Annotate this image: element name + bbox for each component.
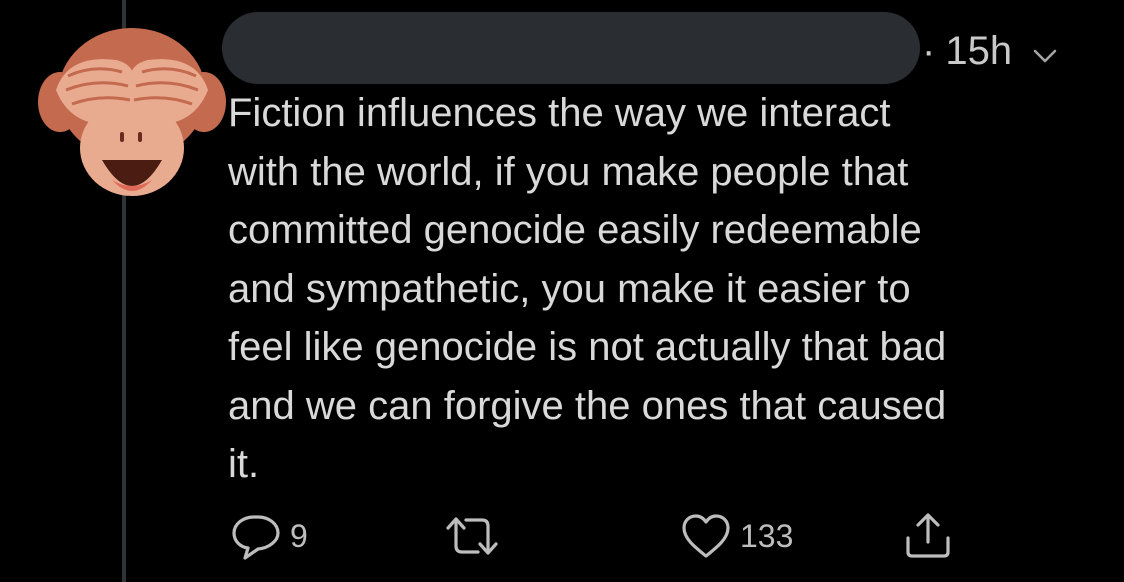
- see-no-evil-monkey-icon: [38, 20, 226, 208]
- retweet-icon: [440, 508, 504, 564]
- share-icon: [900, 508, 956, 564]
- heart-icon: [678, 508, 734, 564]
- share-button[interactable]: [900, 508, 956, 564]
- reply-button[interactable]: 9: [228, 508, 308, 564]
- timestamp-separator: ·: [922, 28, 936, 73]
- like-count: 133: [740, 517, 794, 554]
- reply-icon: [228, 508, 284, 564]
- like-button[interactable]: 133: [678, 508, 793, 564]
- timestamp[interactable]: 15h: [945, 29, 1012, 74]
- redacted-username[interactable]: [222, 12, 920, 84]
- retweet-button[interactable]: [440, 508, 504, 564]
- avatar[interactable]: [38, 20, 226, 208]
- chevron-down-icon[interactable]: [1030, 36, 1060, 66]
- tweet-actions: 9 133: [0, 508, 1124, 564]
- tweet-meta: · 15h: [922, 26, 1060, 76]
- reply-count: 9: [290, 517, 308, 554]
- tweet-text: Fiction influences the way we interact w…: [228, 91, 947, 486]
